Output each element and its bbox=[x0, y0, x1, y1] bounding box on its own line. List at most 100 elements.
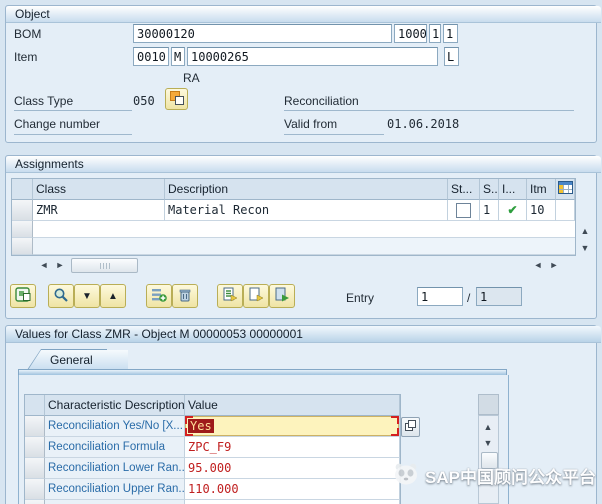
delete-line-button[interactable] bbox=[172, 284, 198, 308]
valid-from-value: 01.06.2018 bbox=[387, 117, 459, 131]
sap-classification-window: Object BOM 30000120 1000 1 1 Item 0010 M… bbox=[0, 0, 602, 504]
bom-alternative-field[interactable]: 1 bbox=[443, 24, 458, 43]
bom-field[interactable]: 30000120 bbox=[133, 24, 392, 43]
value-dropdown-button[interactable] bbox=[401, 417, 420, 437]
values-group-title: Values for Class ZMR - Object M 00000053… bbox=[6, 326, 601, 343]
class-column-header: Class bbox=[33, 179, 165, 200]
characteristic-row: Reconciliation Upper Ran... 110.000 bbox=[25, 479, 400, 500]
row-selector[interactable] bbox=[25, 500, 45, 504]
detail-icon bbox=[15, 287, 32, 306]
class-type-button[interactable] bbox=[165, 88, 188, 110]
characteristic-description-cell[interactable]: Reconciliation Lower Ran... bbox=[45, 458, 185, 479]
scroll-up-button[interactable]: ▲ bbox=[480, 420, 496, 434]
itm-column-header: Itm bbox=[527, 179, 556, 200]
bom-usage-field[interactable]: 1 bbox=[429, 24, 441, 43]
entry-separator: / bbox=[467, 291, 470, 305]
item-label: Item bbox=[14, 50, 37, 64]
item-category-text: RA bbox=[183, 71, 200, 85]
characteristics-table: Characteristic Description Value Reconci… bbox=[24, 394, 401, 504]
row-selector[interactable] bbox=[12, 200, 33, 221]
copy-values-icon bbox=[274, 287, 290, 306]
item-number-field[interactable]: 0010 bbox=[133, 47, 169, 66]
item-category-field[interactable]: M bbox=[171, 47, 185, 66]
characteristic-column-header: Characteristic Description bbox=[45, 395, 185, 416]
paste-line-icon bbox=[248, 287, 264, 306]
class-cell[interactable]: ZMR bbox=[33, 200, 165, 221]
find-button[interactable] bbox=[48, 284, 74, 308]
entry-field[interactable]: 1 bbox=[417, 287, 463, 306]
value-input-focused[interactable]: Yes bbox=[185, 416, 399, 436]
divider bbox=[14, 109, 132, 111]
class-type-label: Class Type bbox=[14, 94, 73, 108]
detail-button[interactable] bbox=[10, 284, 36, 308]
valid-from-label: Valid from bbox=[284, 117, 337, 131]
item-flag-field[interactable]: L bbox=[444, 47, 459, 66]
focus-corner bbox=[391, 428, 399, 436]
empty-cell bbox=[33, 221, 575, 238]
characteristic-value-cell[interactable]: 95.000 bbox=[185, 458, 400, 479]
horizontal-scrollbar-thumb[interactable] bbox=[71, 258, 138, 273]
scroll-down-button[interactable]: ▼ bbox=[577, 241, 593, 255]
row-selector[interactable] bbox=[25, 479, 45, 500]
scroll-up-button[interactable]: ▲ bbox=[577, 224, 593, 238]
itm-cell[interactable]: 10 bbox=[527, 200, 556, 221]
characteristic-row bbox=[25, 500, 400, 504]
assignments-table: Class Description St... S.. I... Itm bbox=[11, 178, 576, 256]
scroll-right-button[interactable]: ► bbox=[52, 258, 68, 272]
scroll-left-button[interactable]: ◄ bbox=[530, 258, 546, 272]
panda-logo-icon bbox=[393, 462, 419, 489]
assignments-group-title: Assignments bbox=[6, 156, 601, 173]
i-column-header: I... bbox=[499, 179, 527, 200]
description-cell[interactable]: Material Recon bbox=[165, 200, 448, 221]
s-column-header: S.. bbox=[480, 179, 499, 200]
triangle-up-icon: ▲ bbox=[108, 291, 118, 302]
assignment-row: ZMR Material Recon 1 ✔ 10 bbox=[12, 200, 575, 221]
insert-line-icon bbox=[151, 287, 167, 306]
characteristic-row: Reconciliation Formula ZPC_F9 bbox=[25, 437, 400, 458]
status-cell bbox=[448, 200, 480, 221]
scroll-right-button[interactable]: ► bbox=[546, 258, 562, 272]
characteristic-description-cell[interactable]: Reconciliation Upper Ran... bbox=[45, 479, 185, 500]
scroll-down-button[interactable]: ▼ bbox=[480, 436, 496, 450]
scroll-left-button[interactable]: ◄ bbox=[36, 258, 52, 272]
table-layout-button[interactable] bbox=[556, 179, 575, 200]
item-material-field[interactable]: 10000265 bbox=[187, 47, 438, 66]
empty-table-row[interactable] bbox=[12, 221, 575, 238]
s-cell[interactable]: 1 bbox=[480, 200, 499, 221]
standard-checkbox[interactable] bbox=[456, 203, 471, 218]
row-selector[interactable] bbox=[12, 221, 33, 238]
focus-corner bbox=[391, 416, 399, 424]
released-check-icon: ✔ bbox=[507, 203, 517, 217]
empty-table-row[interactable] bbox=[12, 238, 575, 255]
row-selector[interactable] bbox=[25, 437, 45, 458]
tab-general[interactable]: General bbox=[28, 350, 128, 370]
select-all-cell[interactable] bbox=[12, 179, 33, 200]
empty-cell bbox=[33, 238, 575, 255]
class-type-icon bbox=[169, 90, 185, 109]
move-down-button[interactable]: ▼ bbox=[74, 284, 100, 308]
characteristic-description-cell bbox=[45, 500, 185, 504]
copy-values-button[interactable] bbox=[269, 284, 295, 308]
copy-line-button[interactable] bbox=[217, 284, 243, 308]
entry-total-field: 1 bbox=[476, 287, 522, 306]
characteristic-value-cell[interactable]: ZPC_F9 bbox=[185, 437, 400, 458]
focus-corner bbox=[185, 416, 193, 424]
object-group-title: Object bbox=[6, 6, 601, 23]
value-column-header: Value bbox=[185, 395, 400, 416]
table-layout-icon bbox=[558, 181, 573, 197]
row-selector[interactable] bbox=[25, 416, 45, 437]
characteristic-value-cell[interactable]: 110.000 bbox=[185, 479, 400, 500]
watermark-text: SAP中国顾问公众平台 bbox=[425, 463, 596, 488]
description-column-header: Description bbox=[165, 179, 448, 200]
characteristic-description-cell[interactable]: Reconciliation Formula bbox=[45, 437, 185, 458]
select-all-cell[interactable] bbox=[25, 395, 45, 416]
row-selector[interactable] bbox=[25, 458, 45, 479]
move-up-button[interactable]: ▲ bbox=[100, 284, 126, 308]
trash-icon bbox=[177, 287, 193, 306]
paste-line-button[interactable] bbox=[243, 284, 269, 308]
characteristic-description-cell[interactable]: Reconciliation Yes/No [X... bbox=[45, 416, 185, 437]
bom-plant-field[interactable]: 1000 bbox=[394, 24, 427, 43]
insert-line-button[interactable] bbox=[146, 284, 172, 308]
divider bbox=[14, 133, 132, 135]
row-selector[interactable] bbox=[12, 238, 33, 255]
